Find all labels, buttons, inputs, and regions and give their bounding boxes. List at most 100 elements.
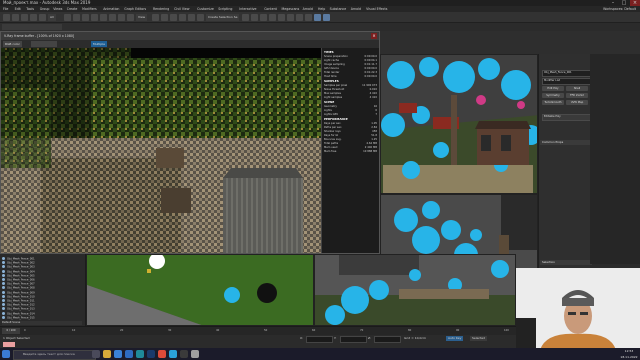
section-common-props[interactable]: Common Props	[540, 140, 592, 145]
frame-buffer-title: V-Ray frame buffer - [100% of 1920 x 108…	[4, 34, 75, 38]
visibility-eye-icon[interactable]	[2, 315, 5, 319]
visibility-eye-icon[interactable]	[2, 282, 5, 286]
photoshop-icon[interactable]	[147, 350, 155, 358]
render-setup-icon[interactable]	[305, 14, 312, 21]
visibility-eye-icon[interactable]	[2, 286, 5, 290]
align-icon[interactable]	[251, 14, 258, 21]
channel-select[interactable]: RGB color	[3, 41, 22, 47]
visibility-eye-icon[interactable]	[2, 261, 5, 265]
material-editor-icon[interactable]	[296, 14, 303, 21]
fb-close-icon[interactable]: ×	[371, 33, 377, 39]
mirror-icon[interactable]	[242, 14, 249, 21]
visibility-eye-icon[interactable]	[2, 257, 5, 260]
undo-icon[interactable]	[3, 14, 10, 21]
modifier-button[interactable]: UVW Map	[566, 100, 588, 105]
files-icon[interactable]	[191, 350, 199, 358]
link-icon[interactable]	[21, 14, 28, 21]
taskbar-search-input[interactable]: Введите здесь текст для поиска	[13, 350, 96, 360]
modifier-button[interactable]: TurboSmooth	[542, 100, 564, 105]
status-bar: 1 Object Selected X: Y: Z: Grid = 10,0cm…	[0, 335, 516, 348]
main-toolbar: All View Create Selection Se	[0, 12, 640, 23]
rect-select-icon[interactable]	[82, 14, 89, 21]
scene-explorer-footer[interactable]: Default Scene	[2, 321, 82, 325]
mail-icon[interactable]	[125, 350, 133, 358]
selected-mode-dropdown[interactable]: Selected	[470, 336, 488, 341]
schematic-view-icon[interactable]	[287, 14, 294, 21]
viewport-top[interactable]	[86, 254, 314, 326]
frame-buffer-toolbar: RGB color Multiple	[1, 40, 379, 48]
filter-dropdown[interactable]: All	[48, 14, 56, 21]
snap-2d-icon[interactable]	[170, 14, 177, 21]
pivot-icon[interactable]	[152, 14, 159, 21]
keyboard-shortcut-icon[interactable]	[161, 14, 168, 21]
visibility-eye-icon[interactable]	[2, 278, 5, 281]
modifier-button[interactable]: Symmetry	[542, 93, 564, 98]
spinner-snap-icon[interactable]	[197, 14, 204, 21]
rotate-icon[interactable]	[109, 14, 116, 21]
move-icon[interactable]	[100, 14, 107, 21]
visibility-eye-icon[interactable]	[2, 290, 5, 294]
select-object-icon[interactable]	[64, 14, 71, 21]
bind-space-warp-icon[interactable]	[39, 14, 46, 21]
ribbon-tab-strip[interactable]	[2, 24, 62, 30]
stats-value: 4 410	[369, 96, 377, 99]
render-icon[interactable]	[323, 14, 330, 21]
toggle-ribbon-icon[interactable]	[269, 14, 276, 21]
viewport-front[interactable]	[314, 254, 516, 326]
redo-icon[interactable]	[12, 14, 19, 21]
timeline-tick: 50	[264, 329, 268, 332]
modifier-button[interactable]: Edit Poly	[542, 86, 564, 91]
windows-start-icon[interactable]	[2, 350, 10, 358]
frame-counter[interactable]: 0 / 100	[2, 328, 20, 334]
modifier-button[interactable]: Shell	[566, 86, 588, 91]
snap-angle-icon[interactable]	[179, 14, 186, 21]
visibility-eye-icon[interactable]	[2, 307, 5, 311]
browser-icon[interactable]	[114, 350, 122, 358]
visibility-eye-icon[interactable]	[2, 303, 5, 307]
modifier-list-dropdown[interactable]: Modifier List	[542, 78, 591, 85]
telegram-icon[interactable]	[169, 350, 177, 358]
scene-item-label: Obj_Mesh_Fence_014	[7, 312, 35, 316]
placement-icon[interactable]	[127, 14, 134, 21]
maxscript-listener[interactable]	[3, 342, 15, 347]
layer-explorer-icon[interactable]	[260, 14, 267, 21]
section-selection[interactable]: Selection	[540, 260, 592, 265]
unlink-icon[interactable]	[30, 14, 37, 21]
window-crossing-icon[interactable]	[91, 14, 98, 21]
snap-percent-icon[interactable]	[188, 14, 195, 21]
viewport-perspective[interactable]	[380, 54, 538, 194]
display-select[interactable]: Multiple	[91, 41, 107, 47]
frame-buffer-titlebar[interactable]: V-Ray frame buffer - [100% of 1920 x 108…	[1, 32, 379, 40]
visibility-eye-icon[interactable]	[2, 269, 5, 273]
chrome-icon[interactable]	[158, 350, 166, 358]
task-view-icon[interactable]	[92, 350, 100, 358]
curve-editor-icon[interactable]	[278, 14, 285, 21]
visibility-eye-icon[interactable]	[2, 273, 5, 277]
z-coordinate-field[interactable]	[374, 336, 401, 343]
select-by-name-icon[interactable]	[73, 14, 80, 21]
visibility-eye-icon[interactable]	[2, 311, 5, 315]
scene-list-item[interactable]: Obj_Mesh_Fence_015	[2, 315, 82, 320]
scale-icon[interactable]	[118, 14, 125, 21]
3dsmax-icon[interactable]	[136, 350, 144, 358]
scene-item-label: Obj_Mesh_Fence_012	[7, 303, 35, 307]
visibility-eye-icon[interactable]	[2, 299, 5, 302]
reference-coords[interactable]: View	[136, 14, 148, 21]
explorer-icon[interactable]	[103, 350, 111, 358]
obs-icon[interactable]	[180, 350, 188, 358]
x-coordinate-field[interactable]	[306, 336, 333, 343]
stats-value: 7	[375, 113, 377, 116]
modifier-stack-item[interactable]: Editable Poly	[542, 114, 591, 121]
auto-key-button[interactable]: Auto Key	[446, 336, 464, 341]
timeline-slider[interactable]: 0 / 100 0 10 20 30 40 50 60 70 80 90 100	[0, 326, 516, 335]
rendered-frame-icon[interactable]	[314, 14, 321, 21]
x-label: X:	[300, 336, 304, 340]
visibility-eye-icon[interactable]	[2, 294, 5, 298]
y-coordinate-field[interactable]	[340, 336, 367, 343]
named-selection-dropdown[interactable]: Create Selection Se	[206, 14, 240, 21]
scene-item-label: Obj_Mesh_Fence_015	[7, 316, 35, 320]
object-name-field[interactable]: Obj_Mesh_Fence_001	[542, 70, 591, 77]
visibility-eye-icon[interactable]	[2, 265, 5, 269]
modifier-button[interactable]: FFD 2x2x2	[566, 93, 588, 98]
clear-icon[interactable]	[47, 41, 57, 47]
